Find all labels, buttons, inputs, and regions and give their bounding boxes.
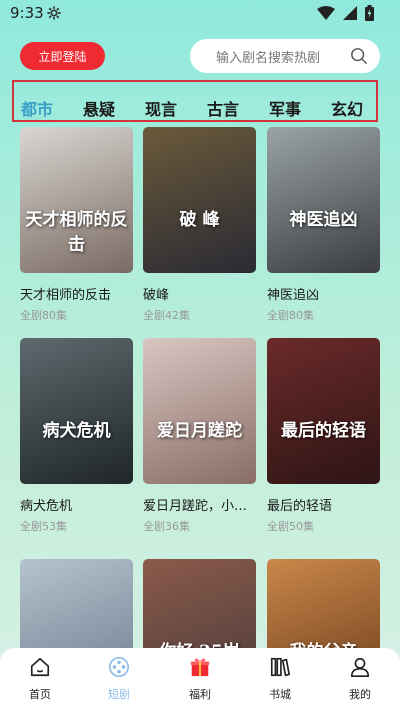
drama-poster[interactable]: 最后的轻语 xyxy=(267,338,380,484)
wifi-icon xyxy=(317,6,335,20)
film-reel-icon xyxy=(109,657,129,677)
search-placeholder: 输入剧名搜索热剧 xyxy=(216,50,321,66)
search-icon[interactable] xyxy=(350,47,368,65)
battery-icon xyxy=(365,5,374,21)
tab-guyan[interactable]: 古言 xyxy=(207,96,239,120)
drama-poster[interactable]: 神医追凶 xyxy=(267,127,380,273)
poster-title-art: 病犬危机 xyxy=(42,421,111,441)
status-time: 9:33 xyxy=(10,4,44,22)
login-button[interactable]: 立即登陆 xyxy=(20,42,105,70)
nav-bookcity[interactable]: 书城 xyxy=(250,656,310,702)
drama-title: 最后的轻语 xyxy=(267,499,333,514)
episode-count: 全剧42集 xyxy=(143,309,190,322)
nav-bookcity-label: 书城 xyxy=(269,688,291,701)
active-tab-indicator xyxy=(21,117,51,120)
nav-home[interactable]: 首页 xyxy=(10,656,70,702)
drama-title: 天才相师的反击 xyxy=(20,288,112,303)
profile-icon xyxy=(350,657,370,677)
drama-title: 破峰 xyxy=(143,288,170,303)
tab-junshi[interactable]: 军事 xyxy=(269,96,301,120)
gift-icon xyxy=(190,658,210,677)
nav-mine-label: 我的 xyxy=(349,688,371,701)
poster-title-art: 神医追凶 xyxy=(289,210,358,230)
nav-mine[interactable]: 我的 xyxy=(330,656,390,702)
tab-xuanyi[interactable]: 悬疑 xyxy=(83,96,115,120)
episode-count: 全剧36集 xyxy=(143,520,190,533)
drama-title: 爱日月蹉跎，小起大答 xyxy=(143,499,256,514)
bottom-nav: 首页 短剧 福利 书城 我的 xyxy=(0,648,400,711)
nav-home-label: 首页 xyxy=(29,688,51,701)
status-bar: 9:33 xyxy=(0,0,400,28)
drama-title: 病犬危机 xyxy=(20,499,73,514)
drama-poster[interactable]: 破 峰 xyxy=(143,127,256,273)
signal-icon xyxy=(343,6,357,20)
drama-poster[interactable]: 病犬危机 xyxy=(20,338,133,484)
tab-xianyan[interactable]: 现言 xyxy=(145,96,177,120)
nav-shortdrama-label: 短剧 xyxy=(108,688,130,701)
search-input[interactable]: 输入剧名搜索热剧 xyxy=(190,39,380,73)
poster-title-art: 破 峰 xyxy=(179,210,220,230)
poster-title-art: 爱日月蹉跎 xyxy=(157,421,242,441)
drama-poster[interactable]: 天才相师的反击 xyxy=(20,127,133,273)
settings-gear-icon xyxy=(47,6,61,20)
episode-count: 全剧80集 xyxy=(267,309,314,322)
drama-poster[interactable]: 爱日月蹉跎 xyxy=(143,338,256,484)
home-icon xyxy=(30,657,50,677)
nav-welfare-label: 福利 xyxy=(189,688,211,701)
nav-shortdrama[interactable]: 短剧 xyxy=(89,656,149,702)
nav-welfare[interactable]: 福利 xyxy=(170,656,230,702)
bookshelf-icon xyxy=(270,657,291,677)
tab-xuanhuan[interactable]: 玄幻 xyxy=(331,96,363,120)
poster-title-art: 天才相师的反击 xyxy=(25,210,128,255)
episode-count: 全剧53集 xyxy=(20,520,67,533)
category-tabs-highlight xyxy=(12,80,378,122)
poster-title-art: 最后的轻语 xyxy=(281,421,366,441)
episode-count: 全剧50集 xyxy=(267,520,314,533)
drama-title: 神医追凶 xyxy=(267,288,320,303)
episode-count: 全剧80集 xyxy=(20,309,67,322)
